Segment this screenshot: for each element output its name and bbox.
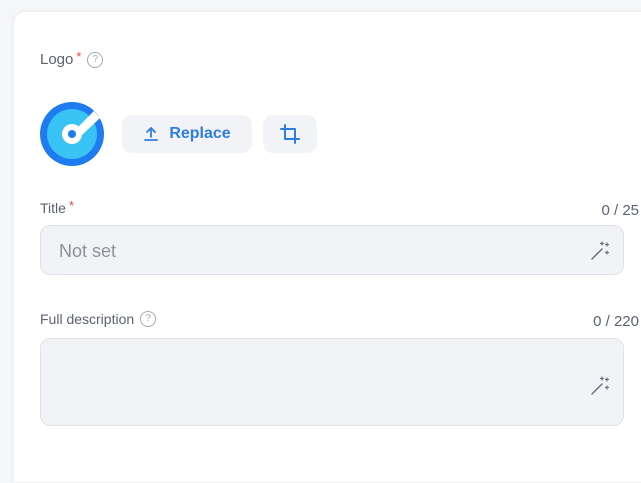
magic-wand-icon[interactable]: [589, 375, 611, 397]
description-label-row: Full description ?: [40, 311, 157, 327]
description-textarea[interactable]: [57, 351, 581, 417]
logo-row: Replace: [40, 102, 317, 166]
description-field[interactable]: [40, 338, 624, 426]
title-field[interactable]: [40, 225, 624, 275]
help-circle-icon[interactable]: ?: [87, 51, 104, 68]
settings-card: Logo * ? Replace Title * 0 / 25 Not set …: [14, 12, 641, 482]
replace-button[interactable]: Replace: [122, 115, 252, 153]
help-circle-icon[interactable]: ?: [140, 311, 157, 327]
crop-button[interactable]: [263, 115, 317, 153]
app-logo-icon: [40, 102, 104, 166]
logo-label: Logo: [40, 51, 74, 68]
title-char-counter: 0 / 25: [601, 202, 639, 219]
title-label: Title: [40, 200, 66, 216]
title-label-row: Title *: [40, 197, 74, 217]
logo-required-mark: *: [76, 49, 82, 64]
crop-icon: [280, 124, 300, 144]
logo-label-row: Logo * ?: [40, 49, 104, 68]
description-label: Full description: [40, 311, 135, 327]
description-char-counter: 0 / 220: [593, 313, 639, 330]
upload-icon: [144, 127, 159, 141]
title-required-mark: *: [68, 197, 74, 213]
replace-button-label: Replace: [169, 125, 231, 142]
title-input[interactable]: [57, 238, 581, 264]
magic-wand-icon[interactable]: [589, 240, 611, 262]
